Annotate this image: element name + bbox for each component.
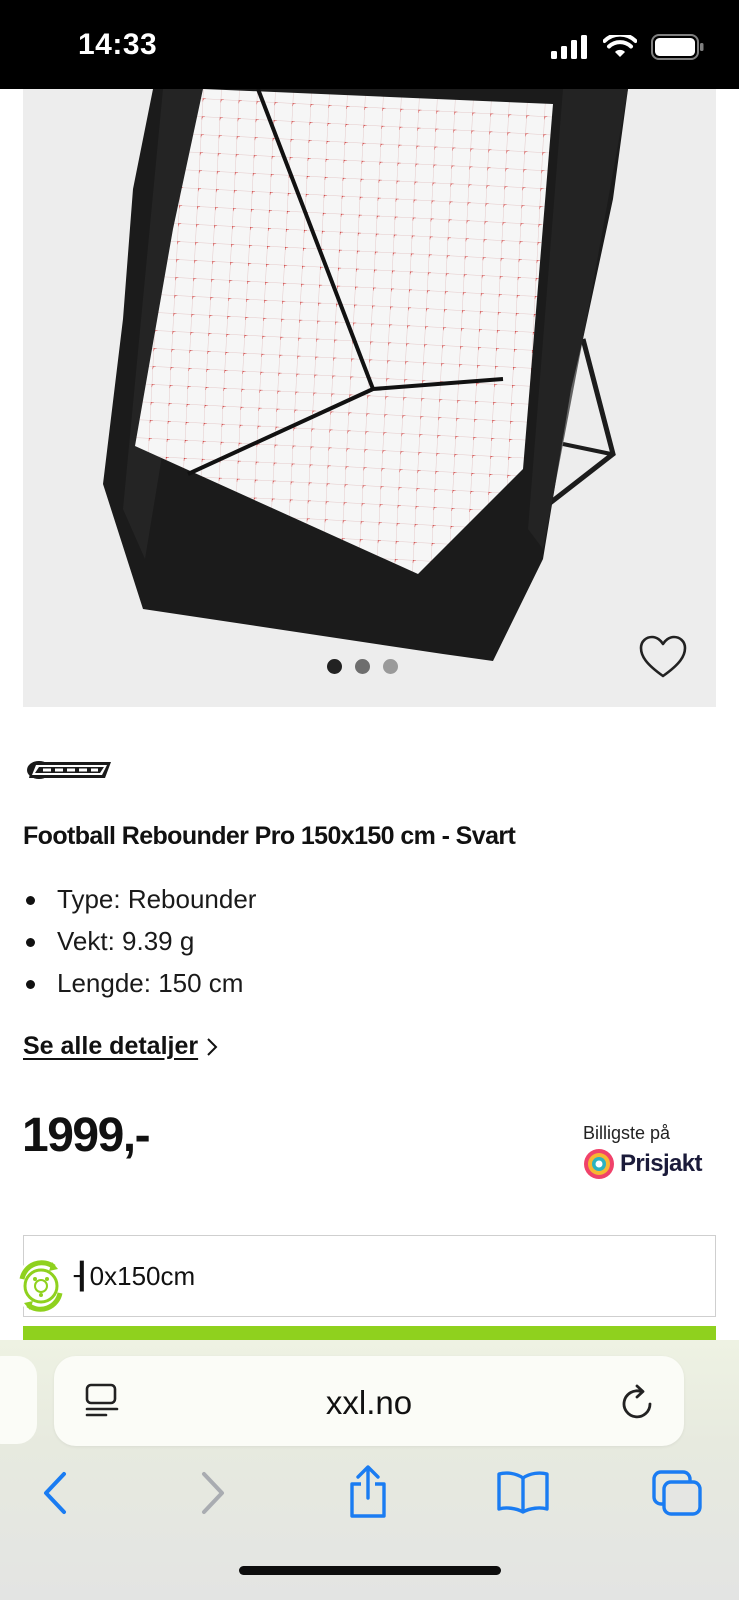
carousel-dots[interactable]	[23, 659, 716, 674]
carousel-dot-3[interactable]	[383, 659, 398, 674]
browser-toolbar: xxl.no	[0, 1340, 739, 1600]
brand-logo[interactable]	[25, 757, 115, 783]
home-indicator	[239, 1566, 501, 1575]
favorite-button[interactable]	[638, 634, 688, 680]
carousel-dot-2[interactable]	[355, 659, 370, 674]
spec-item-type: Type: Rebounder	[23, 878, 256, 920]
prisjakt-badge[interactable]: Billigste på Prisjakt	[583, 1123, 713, 1180]
see-all-details-link[interactable]: Se alle detaljer	[23, 1032, 218, 1061]
status-icons	[551, 34, 705, 60]
carousel-dot-1[interactable]	[327, 659, 342, 674]
share-icon[interactable]	[346, 1464, 390, 1520]
bookmarks-icon[interactable]	[496, 1470, 550, 1514]
status-time: 14:33	[78, 28, 158, 61]
status-bar: 14:33	[0, 0, 739, 89]
prisjakt-name: Prisjakt	[620, 1150, 703, 1177]
variant-value: ┨0x150cm	[74, 1261, 196, 1291]
tabs-icon[interactable]	[652, 1470, 704, 1518]
url-text: xxl.no	[325, 1384, 413, 1421]
prisjakt-label: Billigste på	[583, 1123, 671, 1143]
previous-tab-peek[interactable]	[0, 1356, 37, 1444]
reload-icon[interactable]	[620, 1382, 656, 1422]
forward-icon[interactable]	[198, 1470, 228, 1516]
prisjakt-brand: Prisjakt	[583, 1148, 713, 1180]
prisjakt-logo-icon	[584, 1149, 614, 1179]
spec-item-length: Lengde: 150 cm	[23, 962, 256, 1004]
spec-list: Type: Rebounder Vekt: 9.39 g Lengde: 150…	[23, 878, 256, 1004]
spec-item-weight: Vekt: 9.39 g	[23, 920, 256, 962]
chevron-right-icon	[207, 1037, 218, 1056]
address-bar[interactable]: xxl.no	[54, 1356, 684, 1446]
recycle-ball-icon	[19, 1260, 63, 1312]
details-link-label: Se alle detaljer	[23, 1032, 199, 1060]
back-icon[interactable]	[40, 1470, 70, 1516]
battery-icon	[651, 34, 704, 60]
product-photo	[103, 89, 628, 661]
product-title: Football Rebounder Pro 150x150 cm - Svar…	[23, 822, 516, 850]
product-price: 1999,-	[22, 1109, 151, 1162]
wifi-icon	[603, 35, 637, 57]
cellular-signal-icon	[551, 35, 587, 59]
recycle-badge	[14, 1259, 68, 1313]
variant-selector[interactable]: ┨0x150cm	[23, 1235, 716, 1317]
heart-icon	[639, 635, 687, 678]
add-to-cart-button[interactable]	[23, 1326, 716, 1340]
product-image-carousel[interactable]	[23, 89, 716, 707]
